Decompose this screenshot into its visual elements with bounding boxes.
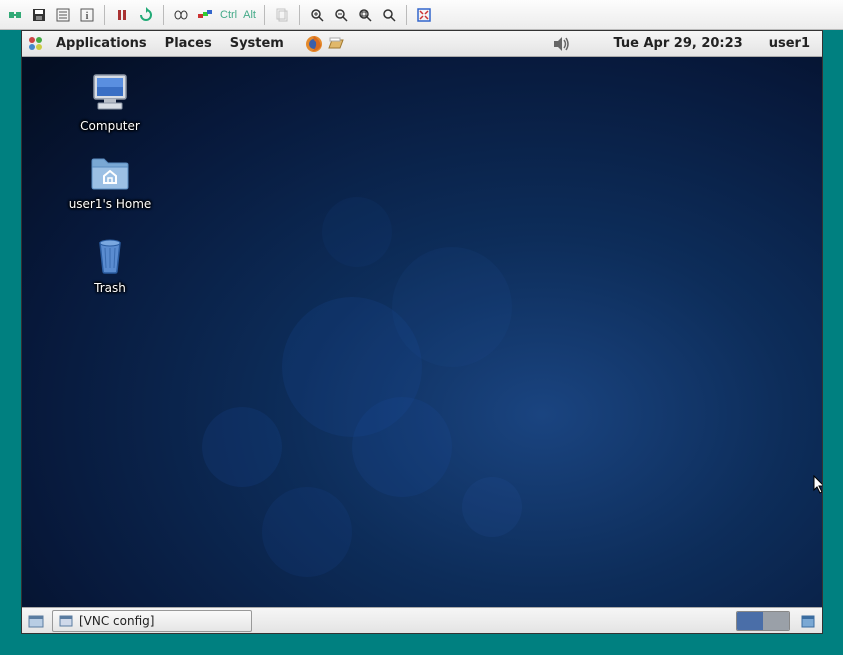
save-icon[interactable] (28, 4, 50, 26)
desktop-icon-label: Trash (94, 281, 126, 295)
show-desktop-icon[interactable] (26, 611, 46, 631)
options-icon[interactable] (52, 4, 74, 26)
ctrl-key-button[interactable]: Ctrl (218, 9, 239, 21)
separator (163, 5, 164, 25)
mouse-cursor (813, 475, 822, 495)
volume-icon[interactable] (551, 34, 571, 54)
applications-menu[interactable]: Applications (48, 34, 155, 53)
trash-icon (86, 233, 134, 277)
separator (299, 5, 300, 25)
desktop-icon-trash[interactable]: Trash (50, 229, 170, 299)
refresh-icon[interactable] (135, 4, 157, 26)
vnc-toolbar: i Ctrl Alt (0, 0, 843, 30)
user-menu[interactable]: user1 (761, 34, 818, 53)
clock[interactable]: Tue Apr 29, 20:23 (605, 34, 750, 53)
system-menu[interactable]: System (222, 34, 292, 53)
workspace-2[interactable] (763, 612, 789, 630)
places-menu[interactable]: Places (157, 34, 220, 53)
zoom-out-icon[interactable] (330, 4, 352, 26)
svg-text:i: i (86, 11, 89, 22)
desktop-icon-label: Computer (80, 119, 140, 133)
workspace-1[interactable] (737, 612, 763, 630)
trash-applet-icon[interactable] (798, 611, 818, 631)
gnome-panel-top: Applications Places System Tue Apr 29, 2… (22, 31, 822, 57)
main-menu-icon[interactable] (26, 34, 46, 54)
window-icon (59, 614, 73, 628)
separator (406, 5, 407, 25)
desktop-wallpaper[interactable]: Computer user1's Home Trash (22, 57, 822, 607)
file-manager-launcher-icon[interactable] (326, 34, 346, 54)
alt-key-button[interactable]: Alt (241, 9, 258, 21)
separator (264, 5, 265, 25)
guest-desktop: Applications Places System Tue Apr 29, 2… (22, 31, 822, 633)
ctrl-alt-del-icon[interactable] (194, 4, 216, 26)
desktop-icon-computer[interactable]: Computer (50, 67, 170, 137)
taskbar-window-title: [VNC config] (79, 614, 154, 628)
separator (104, 5, 105, 25)
gnome-panel-bottom: [VNC config] (22, 607, 822, 633)
info-icon[interactable]: i (76, 4, 98, 26)
zoom-100-icon[interactable] (378, 4, 400, 26)
connect-icon[interactable] (4, 4, 26, 26)
fullscreen-icon[interactable] (413, 4, 435, 26)
clipboard-icon[interactable] (271, 4, 293, 26)
zoom-in-icon[interactable] (306, 4, 328, 26)
desktop-icon-home[interactable]: user1's Home (50, 149, 170, 215)
cad-icon[interactable] (170, 4, 192, 26)
computer-icon (86, 71, 134, 115)
desktop-icon-label: user1's Home (69, 197, 152, 211)
firefox-launcher-icon[interactable] (304, 34, 324, 54)
home-folder-icon (86, 153, 134, 193)
workspace-switcher[interactable] (736, 611, 790, 631)
taskbar-window-button[interactable]: [VNC config] (52, 610, 252, 632)
pause-icon[interactable] (111, 4, 133, 26)
zoom-fit-icon[interactable] (354, 4, 376, 26)
